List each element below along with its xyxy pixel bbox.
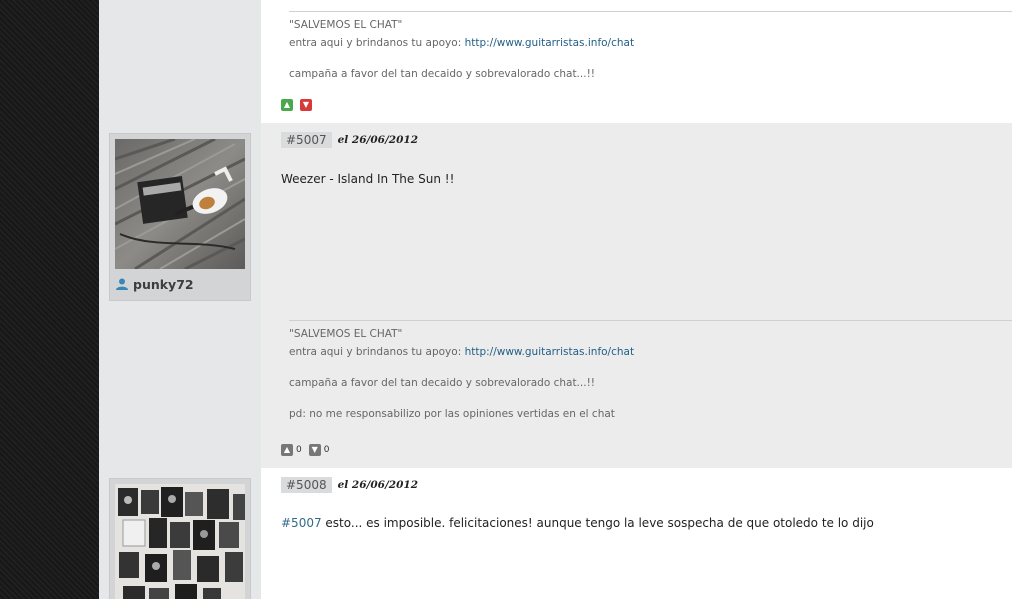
chat-link[interactable]: http://www.guitarristas.info/chat: [465, 37, 635, 49]
post-sidebar: [99, 468, 261, 599]
downvote-count: 0: [323, 445, 330, 455]
signature-spacer: [289, 55, 1012, 68]
post-header: #5008 el 26/06/2012: [281, 476, 418, 494]
arrow-up-icon[interactable]: ▲: [281, 99, 293, 111]
post-body: Weezer - Island In The Sun !!: [281, 172, 455, 186]
post-number[interactable]: #5008: [281, 477, 332, 493]
signature: "SALVEMOS EL CHAT" entra aqui y brindano…: [289, 11, 1012, 86]
post-date: el 26/06/2012: [337, 134, 419, 146]
upvote-count: 0: [296, 445, 302, 455]
arrow-down-icon[interactable]: ▼: [308, 444, 321, 456]
username[interactable]: punky72: [115, 276, 194, 292]
signature-text: entra aqui y brindanos tu apoyo:: [289, 37, 465, 49]
post-5007: punky72 #5007 el 26/06/2012 Weezer - Isl…: [99, 123, 1012, 468]
post-previous: "SALVEMOS EL CHAT" entra aqui y brindano…: [99, 0, 1012, 123]
signature-spacer: [289, 395, 1012, 408]
post-main: #5007 el 26/06/2012 Weezer - Island In T…: [261, 123, 1012, 468]
user-card: [109, 478, 251, 599]
arrow-up-icon[interactable]: ▲: [281, 444, 293, 456]
post-sidebar: [99, 0, 261, 123]
post-number[interactable]: #5007: [281, 132, 332, 148]
signature-line: pd: no me responsabilizo por las opinion…: [289, 408, 615, 420]
post-main: "SALVEMOS EL CHAT" entra aqui y brindano…: [261, 0, 1012, 123]
user-icon: [115, 277, 129, 291]
signature-text: entra aqui y brindanos tu apoyo:: [289, 346, 465, 358]
username-text: punky72: [133, 276, 194, 292]
avatar[interactable]: [115, 484, 245, 599]
signature-line: entra aqui y brindanos tu apoyo: http://…: [289, 346, 1012, 359]
vote-controls: ▲ ▼: [281, 99, 312, 111]
post-body-text: esto... es imposible. felicitaciones! au…: [321, 516, 874, 530]
chat-link[interactable]: http://www.guitarristas.info/chat: [465, 346, 635, 358]
quote-link[interactable]: #5007: [281, 516, 322, 530]
post-date: el 26/06/2012: [337, 479, 419, 491]
signature-line: entra aqui y brindanos tu apoyo: http://…: [289, 37, 1012, 50]
signature-line: campaña a favor del tan decaido y sobrev…: [289, 377, 595, 389]
signature: "SALVEMOS EL CHAT" entra aqui y brindano…: [289, 320, 1012, 426]
signature-line: "SALVEMOS EL CHAT": [289, 328, 403, 340]
signature-line: "SALVEMOS EL CHAT": [289, 19, 403, 31]
vote-controls: ▲ 0 ▼ 0: [281, 444, 329, 456]
content-area: "SALVEMOS EL CHAT" entra aqui y brindano…: [99, 0, 1012, 599]
avatar[interactable]: [115, 139, 245, 269]
post-main: #5008 el 26/06/2012 #5007 esto... es imp…: [261, 468, 1012, 599]
post-sidebar: punky72: [99, 123, 261, 468]
signature-line: campaña a favor del tan decaido y sobrev…: [289, 68, 595, 80]
post-header: #5007 el 26/06/2012: [281, 131, 418, 149]
signature-spacer: [289, 364, 1012, 377]
arrow-down-icon[interactable]: ▼: [300, 99, 312, 111]
user-card: punky72: [109, 133, 251, 301]
post-body: #5007 esto... es imposible. felicitacion…: [281, 516, 874, 530]
post-5008: #5008 el 26/06/2012 #5007 esto... es imp…: [99, 468, 1012, 599]
